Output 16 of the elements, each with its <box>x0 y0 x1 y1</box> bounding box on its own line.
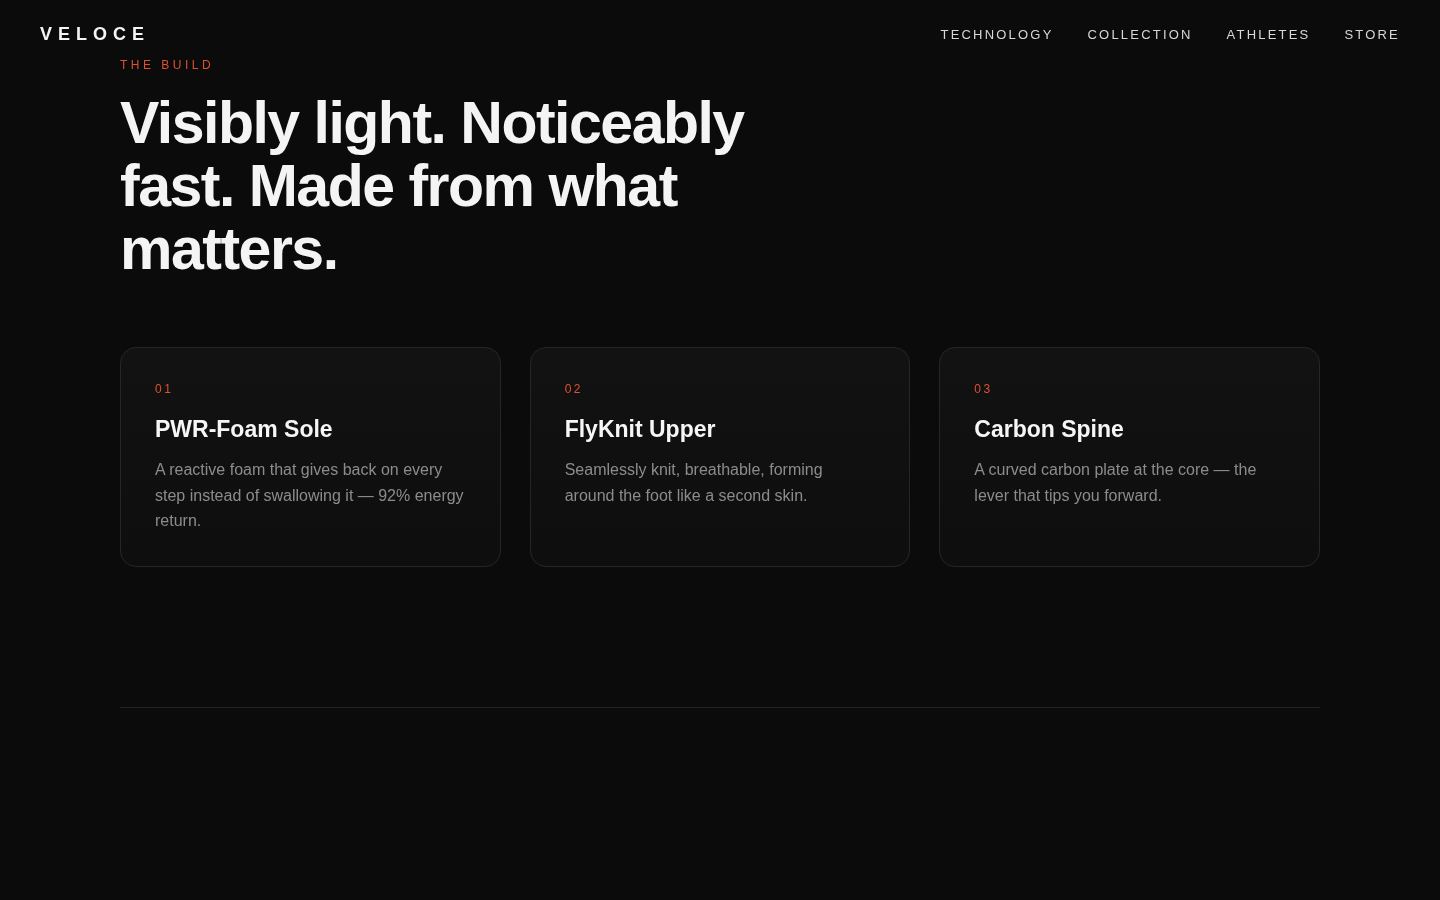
headline: Visibly light. Noticeably fast. Made from what matters. <box>120 92 746 281</box>
card-title: PWR-Foam Sole <box>155 416 334 443</box>
card-text: A curved carbon plate at the core — the lever that tips you forward. <box>974 460 1258 506</box>
card-number: 01 <box>155 382 175 396</box>
nav-link[interactable]: ATHLETES <box>1226 26 1311 42</box>
brand-logo[interactable]: VELOCE <box>40 23 150 45</box>
card-text: A reactive foam that gives back on every step instead of swallowing it — 92% energy return. <box>155 460 465 531</box>
card-number: 02 <box>564 382 584 396</box>
nav-link[interactable]: TECHNOLOGY <box>940 26 1054 42</box>
section-eyebrow: THE BUILD <box>120 58 216 72</box>
nav-link[interactable]: COLLECTION <box>1087 26 1193 42</box>
card-title: FlyKnit Upper <box>564 416 717 443</box>
card-number: 03 <box>974 382 994 396</box>
card-text: Seamlessly knit, breathable, forming around the foot like a second skin. <box>564 460 824 506</box>
card-title: Carbon Spine <box>974 416 1125 443</box>
nav-link[interactable]: STORE <box>1344 26 1400 42</box>
